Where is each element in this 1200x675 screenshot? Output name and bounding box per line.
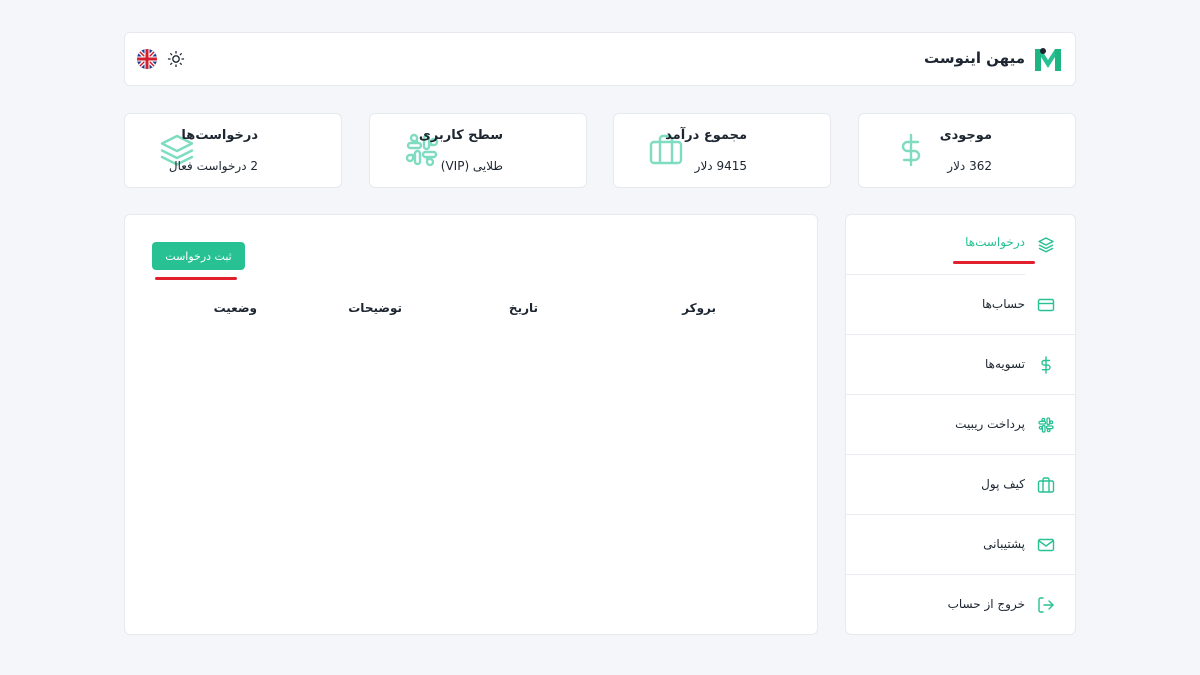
column-header-description: توضیحات xyxy=(348,301,402,315)
sidebar-item-wallet[interactable]: کیف پول xyxy=(846,455,1075,515)
top-header: میهن اینوست xyxy=(124,32,1076,86)
stat-value: 362 دلار xyxy=(947,159,992,173)
logo-icon xyxy=(1035,48,1061,71)
brand-name: میهن اینوست xyxy=(924,49,1025,67)
stat-card-requests: درخواست‌ها 2 درخواست فعال xyxy=(124,113,342,188)
sidebar-item-label: درخواست‌ها xyxy=(965,235,1025,249)
uk-flag-icon[interactable] xyxy=(137,49,157,69)
dollar-icon xyxy=(901,133,921,167)
sidebar-item-support[interactable]: پشتیبانی xyxy=(846,515,1075,575)
sidebar-nav: درخواست‌ها حساب‌ها تسویه‌ها پرداخت ریبیت xyxy=(845,214,1076,635)
stat-value: طلایی (VIP) xyxy=(440,159,503,173)
stat-value: 9415 دلار xyxy=(694,159,747,173)
sidebar-item-label: کیف پول xyxy=(981,477,1025,491)
sidebar-item-settlements[interactable]: تسویه‌ها xyxy=(846,335,1075,395)
stat-card-level: سطح کاربری طلایی (VIP) xyxy=(369,113,587,188)
stat-card-income: مجموع درآمد 9415 دلار xyxy=(613,113,831,188)
active-underline xyxy=(953,261,1035,264)
column-header-status: وضعیت xyxy=(213,301,257,315)
stat-title: سطح کاربری xyxy=(418,128,503,143)
dollar-icon xyxy=(1041,356,1051,374)
sidebar-item-label: خروج از حساب xyxy=(947,597,1025,611)
logout-icon xyxy=(1038,597,1054,613)
mail-icon xyxy=(1037,538,1055,552)
slack-icon xyxy=(1038,417,1054,433)
sidebar-item-requests[interactable]: درخواست‌ها xyxy=(846,215,1075,275)
column-header-broker: بروکر xyxy=(682,301,716,315)
sidebar-item-label: تسویه‌ها xyxy=(984,357,1025,371)
active-underline xyxy=(155,277,237,280)
column-header-date: تاریخ xyxy=(508,301,538,315)
stat-title: مجموع درآمد xyxy=(665,128,747,143)
credit-card-icon xyxy=(1037,298,1055,312)
sidebar-item-label: پرداخت ریبیت xyxy=(955,417,1025,431)
stat-card-balance: موجودی 362 دلار xyxy=(858,113,1076,188)
briefcase-icon xyxy=(1037,477,1055,493)
stat-title: موجودی xyxy=(939,128,992,143)
sun-icon[interactable] xyxy=(167,50,185,68)
submit-request-button[interactable]: ثبت درخواست xyxy=(152,242,245,270)
sidebar-item-label: پشتیبانی xyxy=(983,537,1025,551)
stat-value: 2 درخواست فعال xyxy=(168,159,258,173)
sidebar-item-label: حساب‌ها xyxy=(981,297,1025,311)
sidebar-item-rebate[interactable]: پرداخت ریبیت xyxy=(846,395,1075,455)
sidebar-item-accounts[interactable]: حساب‌ها xyxy=(846,275,1075,335)
requests-panel: ثبت درخواست بروکر تاریخ توضیحات وضعیت xyxy=(124,214,818,635)
stat-title: درخواست‌ها xyxy=(181,128,258,143)
sidebar-item-logout[interactable]: خروج از حساب xyxy=(846,575,1075,634)
layers-icon xyxy=(1038,237,1054,253)
